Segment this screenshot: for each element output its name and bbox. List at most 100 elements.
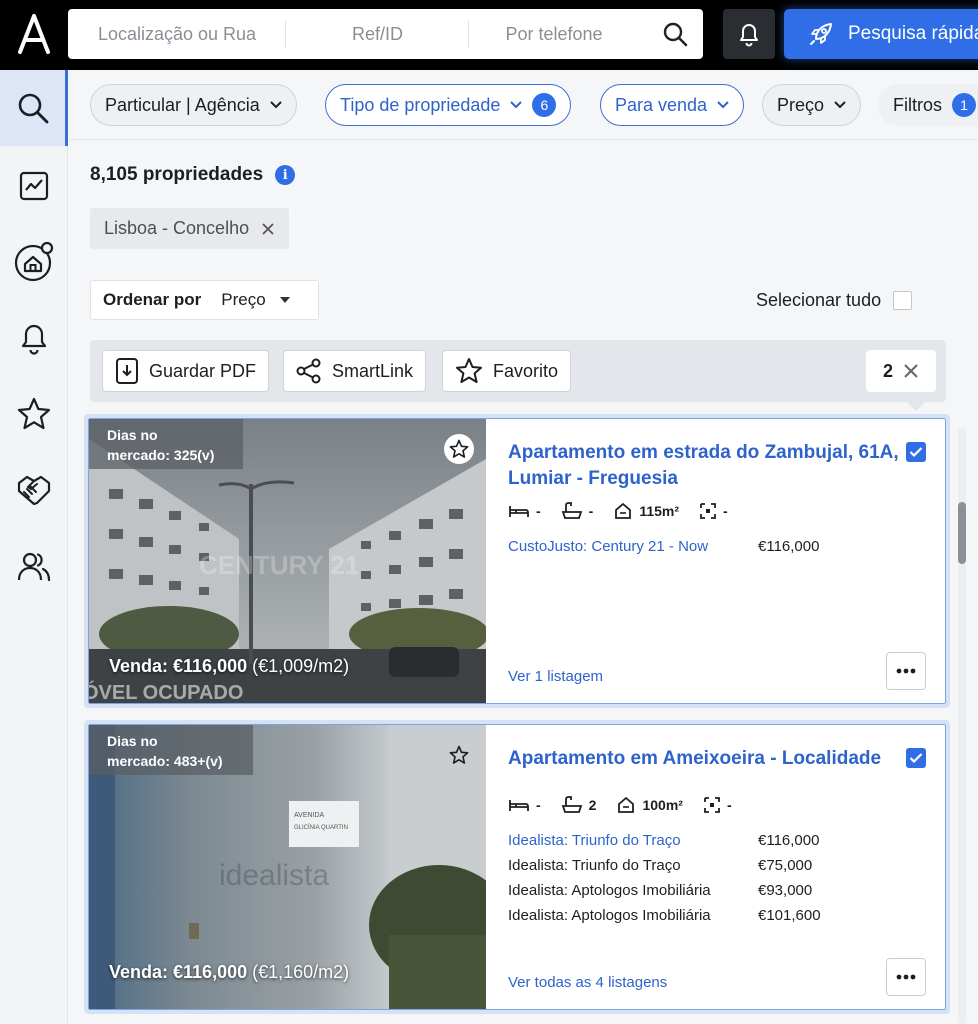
seller-type-filter[interactable]: Particular | Agência (90, 84, 297, 126)
ref-id-search-input[interactable]: Ref/ID (286, 9, 469, 59)
chevron-down-icon (510, 101, 523, 109)
listing-source[interactable]: Idealista: Triunfo do Traço (508, 857, 758, 874)
star-icon (17, 397, 51, 430)
view-listings-link[interactable]: Ver todas as 4 listagens (508, 974, 667, 991)
bedrooms: - (508, 797, 541, 813)
sidebar (0, 70, 68, 1024)
sale-price-value: Venda: €116,000 (109, 656, 248, 676)
favorite-label: Favorito (493, 360, 559, 381)
favorite-listing-button[interactable] (444, 740, 474, 770)
smartlink-button[interactable]: SmartLink (283, 350, 427, 392)
view-listings-link[interactable]: Ver 1 listagem (508, 668, 603, 685)
listing-source-row: CustoJusto: Century 21 - Now €116,000 (508, 538, 908, 555)
bell-icon (740, 24, 758, 47)
svg-text:idealista: idealista (219, 859, 329, 892)
favorite-button[interactable]: Favorito (442, 350, 572, 392)
price-per-m2: (€1,009/m2) (252, 656, 350, 676)
property-type-count-badge: 6 (532, 93, 557, 117)
listing-source[interactable]: Idealista: Triunfo do Traço (508, 832, 758, 849)
close-icon[interactable] (261, 222, 275, 236)
property-type-filter[interactable]: Tipo de propriedade 6 (325, 84, 572, 126)
notifications-button[interactable] (723, 9, 775, 59)
area-icon (615, 502, 632, 519)
svg-text:ÓVEL OCUPADO: ÓVEL OCUPADO (89, 680, 243, 703)
save-pdf-button[interactable]: Guardar PDF (102, 350, 270, 392)
users-icon (17, 552, 51, 582)
price-filter[interactable]: Preço (762, 84, 862, 126)
sidebar-item-analytics[interactable] (0, 148, 68, 224)
area-value: 115m² (639, 503, 680, 519)
price-per-m2: (€1,160/m2) (252, 962, 350, 982)
scrollbar-thumb[interactable] (958, 502, 966, 564)
property-type-filter-label: Tipo de propriedade (340, 94, 501, 115)
svg-text:GLICÍNIA QUARTIN: GLICÍNIA QUARTIN (294, 824, 348, 831)
quick-search-label: Pesquisa rápida (848, 23, 978, 44)
save-pdf-label: Guardar PDF (149, 360, 257, 381)
bell-icon (21, 324, 47, 355)
plot-icon (700, 503, 716, 519)
listing-photo[interactable]: CENTURY 21 ÓVEL OCUPADO Dias no mercado:… (89, 419, 486, 703)
listing-source-row: Idealista: Triunfo do Traço €75,000 (508, 857, 908, 874)
sort-dropdown[interactable]: Ordenar por Preço (90, 280, 319, 320)
listing-source-price: €116,000 (758, 538, 820, 555)
download-file-icon (116, 358, 138, 384)
chart-icon (19, 171, 49, 201)
location-chip: Lisboa - Concelho (90, 208, 290, 249)
bathrooms: 2 (561, 796, 597, 814)
app-logo-icon[interactable] (14, 12, 54, 56)
listing-checkbox[interactable] (906, 748, 926, 768)
listing-source[interactable]: Idealista: Aptologos Imobiliária (508, 907, 758, 924)
phone-search-input[interactable]: Por telefone (469, 9, 639, 59)
favorite-listing-button[interactable] (444, 434, 474, 464)
location-search-input[interactable]: Localização ou Rua (68, 9, 286, 59)
listing-title[interactable]: Apartamento em estrada do Zambujal, 61A,… (508, 440, 908, 492)
clear-selection-icon[interactable] (903, 363, 919, 379)
listing-source-price: €75,000 (758, 857, 813, 874)
sort-value: Preço (221, 290, 266, 309)
more-options-button[interactable] (886, 958, 926, 996)
bedrooms-value: - (536, 503, 541, 519)
search-icon (18, 93, 48, 124)
star-icon (456, 358, 482, 383)
bath-icon (561, 796, 582, 813)
sale-type-filter-label: Para venda (615, 94, 708, 115)
select-all-label: Selecionar tudo (756, 290, 882, 310)
listing-source[interactable]: Idealista: Aptologos Imobiliária (508, 882, 758, 899)
price-filter-label: Preço (777, 94, 825, 115)
handshake-icon (17, 475, 51, 506)
listing-card[interactable]: CENTURY 21 ÓVEL OCUPADO Dias no mercado:… (84, 414, 950, 708)
smartlink-label: SmartLink (332, 360, 414, 381)
quick-search-button[interactable]: Pesquisa rápida (784, 9, 978, 59)
sidebar-item-contacts[interactable] (0, 528, 68, 604)
more-filters-label: Filtros (893, 94, 942, 115)
listing-title[interactable]: Apartamento em Ameixoeira - Localidade (508, 746, 908, 772)
listing-card[interactable]: AVENIDA GLICÍNIA QUARTIN idealista Dias … (84, 720, 950, 1014)
info-icon[interactable]: i (275, 165, 296, 185)
seller-type-filter-label: Particular | Agência (105, 94, 260, 115)
search-icon[interactable] (661, 20, 689, 48)
plot-area-value: - (726, 797, 732, 813)
listing-source-price: €93,000 (758, 882, 813, 899)
listing-source[interactable]: CustoJusto: Century 21 - Now (508, 538, 758, 555)
more-filters-button[interactable]: Filtros 1 (878, 84, 978, 126)
listing-checkbox[interactable] (906, 442, 926, 462)
days-on-market-value: mercado: 325(v) (107, 447, 215, 463)
area: 115m² (613, 502, 679, 520)
listing-photo[interactable]: AVENIDA GLICÍNIA QUARTIN idealista Dias … (89, 725, 486, 1009)
results-count-label: 8,105 propriedades (90, 164, 264, 185)
sidebar-item-property-search[interactable] (0, 224, 68, 300)
bed-icon (509, 800, 529, 811)
more-options-button[interactable] (886, 652, 926, 690)
sale-price: Venda: €116,000 (€1,009/m2) (109, 656, 349, 677)
bathrooms-value: 2 (588, 797, 597, 813)
select-all[interactable]: Selecionar tudo (756, 290, 913, 311)
sidebar-item-search[interactable] (0, 70, 68, 146)
chevron-down-icon (717, 101, 729, 109)
rocket-icon (810, 23, 832, 45)
svg-text:CENTURY 21: CENTURY 21 (199, 550, 359, 580)
sidebar-item-deals[interactable] (0, 452, 68, 528)
select-all-checkbox[interactable] (893, 291, 913, 310)
sidebar-item-alerts[interactable] (0, 300, 68, 376)
sidebar-item-favorites[interactable] (0, 376, 68, 452)
sale-type-filter[interactable]: Para venda (600, 84, 745, 126)
